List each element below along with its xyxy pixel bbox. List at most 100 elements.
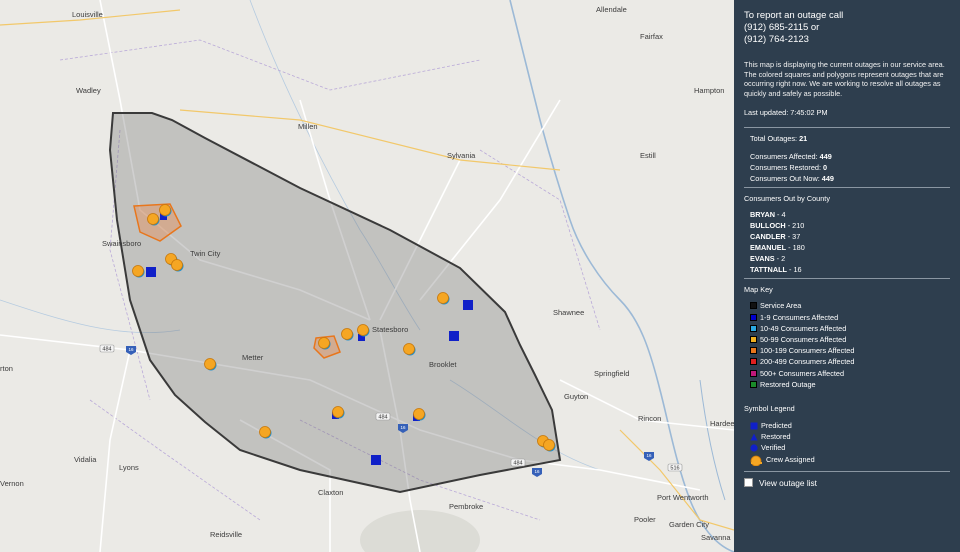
map-key-label: 50-99 Consumers Affected bbox=[760, 334, 847, 344]
town-label: Allendale bbox=[596, 5, 627, 14]
town-label: Wadley bbox=[76, 86, 101, 95]
hardhat-icon bbox=[750, 455, 762, 466]
consumers-out-now-label: Consumers Out Now: bbox=[750, 174, 822, 184]
swatch-icon bbox=[750, 369, 757, 377]
map-key-label: 200-499 Consumers Affected bbox=[760, 357, 855, 367]
swatch-icon bbox=[750, 380, 757, 388]
map-description: This map is displaying the current outag… bbox=[744, 60, 945, 98]
total-outages-value: 21 bbox=[799, 134, 808, 144]
report-phone-1[interactable]: (912) 685-2115 or bbox=[744, 22, 950, 34]
consumers-affected-value: 449 bbox=[819, 152, 832, 162]
consumers-affected: Consumers Affected: 449 bbox=[744, 151, 950, 162]
outage-map[interactable]: 484 484 484 16 16 16 16 516 Louisville A… bbox=[0, 0, 734, 552]
highway-shield-label: 16 bbox=[128, 347, 134, 352]
divider bbox=[744, 278, 950, 280]
town-label: Hardee bbox=[710, 419, 734, 428]
map-key-label: Restored Outage bbox=[760, 379, 816, 389]
town-label: rton bbox=[0, 364, 13, 373]
town-label: Port Wentworth bbox=[657, 493, 709, 502]
consumers-affected-label: Consumers Affected: bbox=[750, 152, 820, 162]
county-heading: Consumers Out by County bbox=[744, 194, 830, 204]
map-key-label: 500+ Consumers Affected bbox=[760, 368, 845, 378]
total-outages: Total Outages: 21 bbox=[744, 133, 950, 144]
highway-shield-label: 484 bbox=[513, 461, 522, 467]
view-outage-list-toggle[interactable]: View outage list bbox=[744, 478, 950, 488]
town-label: Garden City bbox=[669, 520, 710, 529]
county-item: EVANS - 2 bbox=[744, 253, 950, 264]
symbol-label: Predicted bbox=[761, 421, 792, 430]
swatch-icon bbox=[750, 336, 757, 344]
map-key-item: 100-199 Consumers Affected bbox=[744, 345, 950, 356]
map-key-item: Restored Outage bbox=[744, 379, 950, 390]
map-key-item: 200-499 Consumers Affected bbox=[744, 356, 950, 367]
map-key-item: 10-49 Consumers Affected bbox=[744, 323, 950, 334]
town-label: Louisville bbox=[72, 10, 103, 19]
town-label: Guyton bbox=[564, 392, 589, 401]
view-outage-list-label[interactable]: View outage list bbox=[759, 478, 817, 488]
report-line-1: To report an outage call bbox=[744, 10, 844, 21]
town-label: Pembroke bbox=[449, 502, 484, 511]
county-name: EVANS bbox=[750, 254, 775, 264]
highway-shield-label: 516 bbox=[670, 466, 679, 472]
town-label: Vernon bbox=[0, 479, 24, 488]
swatch-icon bbox=[750, 302, 757, 310]
town-label: Savanna bbox=[701, 533, 731, 542]
view-outage-list-checkbox[interactable] bbox=[744, 478, 753, 488]
consumers-out-now: Consumers Out Now: 449 bbox=[744, 173, 950, 184]
county-name: BRYAN bbox=[750, 210, 776, 220]
town-label: Claxton bbox=[318, 488, 344, 497]
map-key-heading: Map Key bbox=[744, 285, 773, 295]
town-label: Fairfax bbox=[640, 32, 663, 41]
county-name: CANDLER bbox=[750, 232, 786, 242]
town-label: Springfield bbox=[594, 369, 630, 378]
county-name: TATTNALL bbox=[750, 265, 788, 275]
town-label: Statesboro bbox=[372, 325, 409, 334]
highway-shield-label: 484 bbox=[378, 415, 387, 421]
county-count: - 37 bbox=[785, 232, 801, 242]
symbol-label: Restored bbox=[761, 432, 791, 442]
county-item: CANDLER - 37 bbox=[744, 231, 950, 242]
town-label: Twin City bbox=[190, 249, 221, 258]
map-key-label: 10-49 Consumers Affected bbox=[760, 323, 847, 333]
town-label: Hampton bbox=[694, 86, 725, 95]
triangle-icon bbox=[750, 433, 758, 441]
county-count: - 2 bbox=[774, 254, 786, 264]
consumers-restored: Consumers Restored: 0 bbox=[744, 162, 950, 173]
square-icon bbox=[750, 422, 758, 430]
county-item: TATTNALL - 16 bbox=[744, 264, 950, 275]
town-label: Rincon bbox=[638, 414, 662, 423]
map-key-label: Service Area bbox=[760, 301, 802, 311]
map-key-label: 100-199 Consumers Affected bbox=[760, 346, 855, 356]
town-label: Metter bbox=[242, 353, 264, 362]
divider bbox=[744, 127, 950, 129]
report-phone-2[interactable]: (912) 764-2123 bbox=[744, 34, 950, 46]
consumers-out-now-value: 449 bbox=[821, 174, 834, 184]
highway-shield-label: 16 bbox=[400, 425, 406, 430]
swatch-icon bbox=[750, 313, 757, 321]
consumers-restored-value: 0 bbox=[823, 163, 828, 173]
swatch-icon bbox=[750, 347, 757, 355]
county-item: BRYAN - 4 bbox=[744, 209, 950, 220]
town-label: Lyons bbox=[119, 463, 139, 472]
county-count: - 16 bbox=[787, 265, 802, 275]
symbol-item: Crew Assigned bbox=[744, 454, 950, 466]
total-outages-label: Total Outages: bbox=[750, 134, 800, 144]
divider bbox=[744, 470, 950, 472]
town-label: Pooler bbox=[634, 515, 656, 524]
symbol-item: Restored bbox=[744, 431, 950, 442]
highway-shield-label: 484 bbox=[102, 347, 111, 353]
town-label: Swainsboro bbox=[102, 239, 142, 248]
circle-icon bbox=[750, 444, 758, 452]
county-name: EMANUEL bbox=[750, 243, 787, 253]
symbol-item: Predicted bbox=[744, 420, 950, 431]
symbol-legend-list: Predicted Restored Verified Crew Assigne… bbox=[744, 420, 950, 466]
town-label: Sylvania bbox=[447, 151, 476, 160]
last-updated: Last updated: 7:45:02 PM bbox=[744, 108, 828, 118]
symbol-label: Verified bbox=[761, 443, 786, 453]
county-count: - 180 bbox=[786, 243, 805, 253]
county-list: BRYAN - 4 BULLOCH - 210 CANDLER - 37 EMA… bbox=[744, 209, 950, 275]
map-key-label: 1-9 Consumers Affected bbox=[760, 312, 839, 322]
town-label: Shawnee bbox=[553, 308, 585, 317]
consumers-restored-label: Consumers Restored: bbox=[750, 163, 823, 173]
town-label: Estill bbox=[640, 151, 656, 160]
